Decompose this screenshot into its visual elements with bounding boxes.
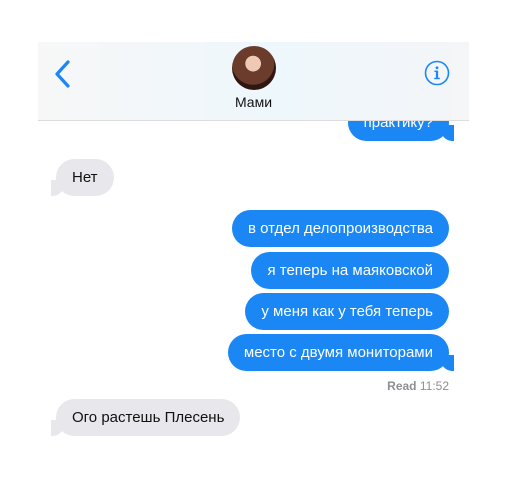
avatar[interactable] (232, 46, 276, 90)
info-button[interactable] (424, 60, 450, 86)
message-bubble-sent[interactable]: у меня как у тебя теперь (245, 293, 449, 330)
message-text: у меня как у тебя теперь (261, 303, 433, 320)
read-label: Read (387, 379, 417, 393)
message-bubble-sent[interactable]: место с двумя мониторами (227, 334, 455, 371)
info-circle-icon (424, 60, 450, 86)
message-bubble-received[interactable]: Ого растешь Плесень (50, 399, 241, 436)
message-bubble-sent[interactable]: в отдел делопроизводства (231, 210, 449, 247)
message-bubble-sent[interactable]: я теперь на маяковской (251, 252, 449, 289)
conversation-header: Мами (38, 42, 469, 121)
read-time: 11:52 (419, 379, 449, 393)
message-text: в отдел делопроизводства (247, 220, 433, 237)
message-text: Ого растешь Плесень (72, 409, 225, 426)
contact-name[interactable]: Мами (38, 94, 469, 110)
read-receipt: Read 11:52 (387, 379, 449, 393)
chevron-left-icon (55, 60, 70, 88)
message-bubble-received[interactable]: Нет (51, 159, 114, 196)
message-text: я теперь на маяковской (267, 262, 433, 279)
back-button[interactable] (52, 58, 74, 90)
message-text: Нет (72, 169, 98, 186)
message-text: место с двумя мониторами (243, 344, 433, 361)
conversation-screen: практику? Нет в отдел делопроизводства я… (38, 42, 469, 452)
